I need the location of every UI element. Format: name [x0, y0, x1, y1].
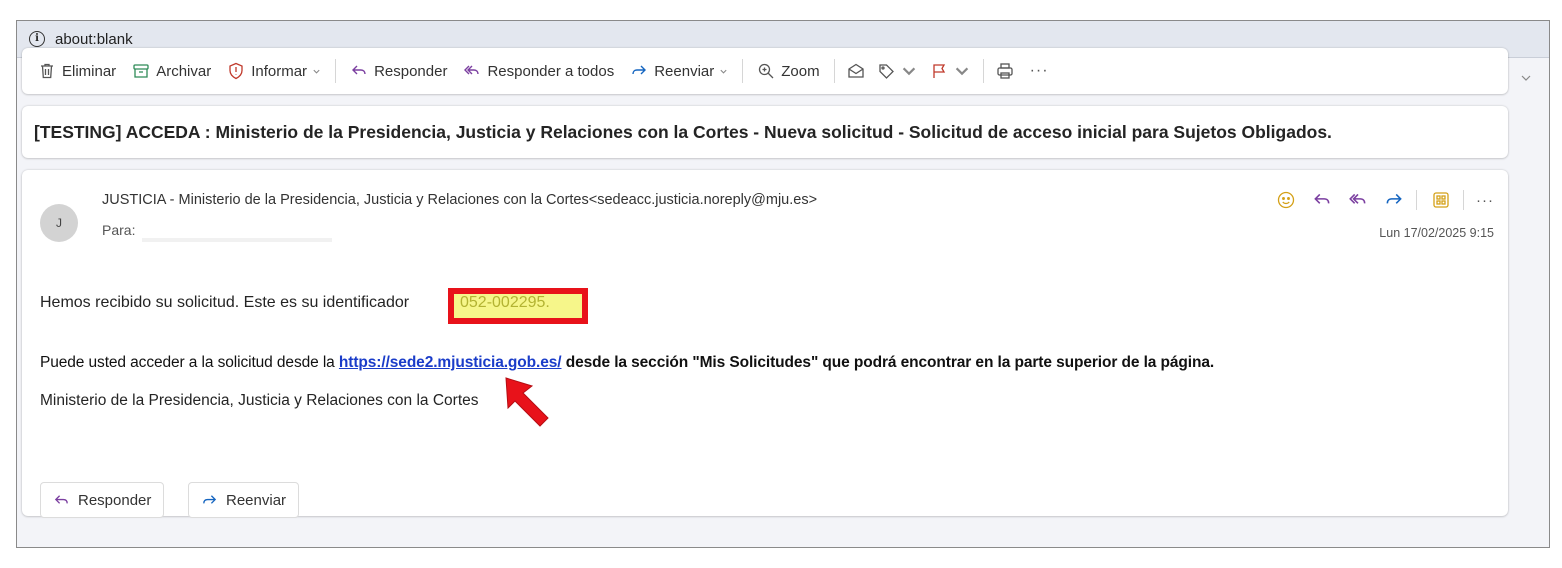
subject-bar: [TESTING] ACCEDA : Ministerio de la Pres… [22, 106, 1508, 158]
flag-button[interactable] [924, 55, 977, 87]
forward-icon [1386, 193, 1402, 204]
reply-all-label: Responder a todos [487, 62, 615, 80]
apps-icon [1433, 192, 1449, 208]
message-card: J JUSTICIA - Ministerio de la Presidenci… [22, 170, 1508, 518]
reply-action-button[interactable] [1310, 188, 1334, 212]
to-label: Para: [102, 222, 136, 238]
sede-link[interactable]: https://sede2.mjusticia.gob.es/ [339, 354, 562, 371]
footer-reply-button[interactable]: Responder [40, 482, 165, 518]
actions-divider [1463, 190, 1464, 210]
forward-icon [630, 62, 648, 80]
forward-icon [203, 494, 217, 504]
reply-button[interactable]: Responder [342, 55, 455, 87]
delete-button[interactable]: Eliminar [30, 55, 124, 87]
reply-label: Responder [374, 62, 448, 80]
toolbar-divider [335, 59, 337, 83]
footer-reply-label: Responder [78, 491, 152, 509]
sender-name[interactable]: JUSTICIA - Ministerio de la Presidencia,… [102, 192, 817, 208]
body-line-2: Puede usted acceder a la solicitud desde… [40, 354, 1214, 372]
body-line-3: Ministerio de la Presidencia, Justicia y… [40, 392, 479, 409]
chevron-down-icon[interactable] [1520, 72, 1532, 84]
zoom-icon [757, 62, 775, 80]
message-date: Lun 17/02/2025 9:15 [1379, 226, 1494, 240]
address-url[interactable]: about:blank [55, 31, 133, 48]
zoom-button[interactable]: Zoom [749, 55, 827, 87]
shield-icon [227, 62, 245, 80]
reply-all-icon [1349, 193, 1366, 204]
mail-toolbar: Eliminar Archivar Informar Responder Res… [22, 48, 1508, 94]
categorize-button[interactable] [871, 55, 924, 87]
chevron-down-icon[interactable] [312, 67, 321, 76]
react-button[interactable] [1274, 188, 1298, 212]
mark-read-button[interactable] [841, 55, 871, 87]
more-options-button[interactable]: ··· [1020, 62, 1059, 80]
print-icon [996, 63, 1013, 79]
archive-button[interactable]: Archivar [124, 55, 219, 87]
chevron-down-icon [955, 67, 968, 76]
avatar[interactable]: J [40, 204, 78, 242]
delete-label: Eliminar [62, 62, 117, 80]
chevron-down-icon[interactable] [719, 67, 728, 76]
body-line-1: Hemos recibido su solicitud. Este es su … [40, 294, 410, 311]
body-line-2-start: Puede usted acceder a la solicitud desde… [40, 354, 339, 371]
forward-button[interactable]: Reenviar [622, 55, 736, 87]
redacted-recipient [142, 238, 332, 242]
print-button[interactable] [990, 55, 1020, 87]
actions-divider [1416, 190, 1417, 210]
chevron-down-icon [902, 67, 915, 76]
zoom-label: Zoom [781, 62, 820, 80]
footer-forward-label: Reenviar [226, 491, 287, 509]
toolbar-divider [833, 59, 835, 83]
arrow-pointer [505, 377, 549, 427]
info-icon[interactable]: i [29, 31, 45, 47]
message-actions: ··· [1262, 188, 1494, 212]
trash-icon [38, 62, 56, 80]
forward-label: Reenviar [654, 62, 715, 80]
reply-all-button[interactable]: Responder a todos [455, 55, 622, 87]
emoji-icon [1277, 191, 1295, 209]
footer-forward-button[interactable]: Reenviar [188, 482, 300, 518]
toolbar-divider [982, 59, 984, 83]
apps-button[interactable] [1429, 188, 1453, 212]
report-button[interactable]: Informar [219, 55, 329, 87]
archive-label: Archivar [156, 62, 212, 80]
report-label: Informar [251, 62, 308, 80]
body-line-2-end: desde la sección "Mis Solicitudes" que p… [561, 354, 1215, 371]
envelope-icon [847, 63, 864, 78]
reply-icon [350, 62, 368, 80]
request-identifier: 052-002295. [460, 294, 550, 311]
forward-action-button[interactable] [1382, 188, 1406, 212]
flag-icon [932, 64, 945, 78]
email-subject: [TESTING] ACCEDA : Ministerio de la Pres… [34, 121, 1332, 142]
tag-icon [878, 64, 894, 79]
archive-icon [132, 62, 150, 80]
reply-icon [1314, 193, 1330, 204]
reply-all-action-button[interactable] [1346, 188, 1370, 212]
reply-icon [54, 494, 68, 504]
reply-all-icon [463, 62, 481, 80]
toolbar-divider [742, 59, 744, 83]
more-actions-button[interactable]: ··· [1476, 192, 1494, 209]
